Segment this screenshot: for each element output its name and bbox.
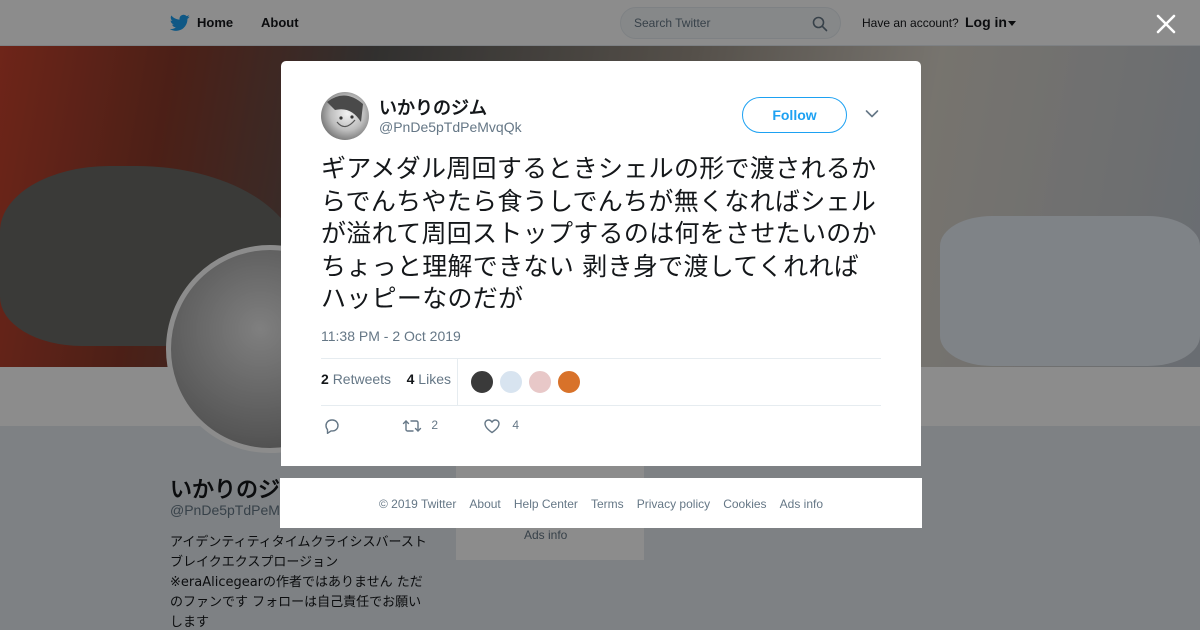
tweet-timestamp[interactable]: 11:38 PM - 2 Oct 2019	[321, 328, 461, 344]
reply-button[interactable]	[323, 418, 341, 436]
heart-icon	[484, 419, 500, 434]
footer-privacy-link[interactable]: Privacy policy	[637, 497, 710, 511]
retweets-stat[interactable]: 2 Retweets	[321, 371, 391, 387]
footer-help-link[interactable]: Help Center	[514, 497, 578, 511]
avatar[interactable]	[321, 92, 369, 140]
chevron-down-icon[interactable]	[865, 109, 879, 119]
author-handle[interactable]: @PnDe5pTdPeMvqQk	[379, 119, 522, 135]
divider	[321, 358, 881, 359]
tweet-text: ギアメダル周回するときシェルの形で渡されるからでんちやたら食うしでんちが無くなれ…	[321, 154, 877, 313]
retweets-label: Retweets	[332, 371, 392, 387]
liker-avatar[interactable]	[528, 370, 552, 394]
modal-footer: © 2019 Twitter About Help Center Terms P…	[280, 478, 922, 528]
footer-terms-link[interactable]: Terms	[591, 497, 624, 511]
liker-avatar[interactable]	[557, 370, 581, 394]
retweet-action-count: 2	[431, 418, 439, 433]
like-button[interactable]: 4	[483, 418, 519, 436]
reply-icon	[325, 419, 339, 434]
divider	[321, 405, 881, 406]
like-action-count: 4	[512, 418, 520, 433]
likes-count: 4	[406, 371, 415, 387]
likes-stat[interactable]: 4 Likes	[407, 371, 451, 387]
liker-avatar[interactable]	[470, 370, 494, 394]
footer-cookies-link[interactable]: Cookies	[723, 497, 766, 511]
follow-button[interactable]: Follow	[742, 97, 847, 133]
close-icon[interactable]	[1153, 11, 1179, 37]
footer-about-link[interactable]: About	[469, 497, 500, 511]
author-name[interactable]: いかりのジム	[379, 94, 487, 120]
footer-copyright: © 2019 Twitter	[378, 497, 457, 511]
retweet-icon	[402, 420, 422, 432]
footer-ads-link[interactable]: Ads info	[780, 497, 823, 511]
tweet-modal: いかりのジム @PnDe5pTdPeMvqQk Follow ギアメダル周回する…	[281, 61, 921, 466]
liker-avatar[interactable]	[499, 370, 523, 394]
retweet-button[interactable]: 2	[402, 418, 438, 436]
likes-label: Likes	[418, 371, 451, 387]
divider	[457, 358, 458, 406]
retweets-count: 2	[321, 371, 329, 387]
tweet-stats: 2 Retweets 4 Likes	[321, 371, 451, 387]
